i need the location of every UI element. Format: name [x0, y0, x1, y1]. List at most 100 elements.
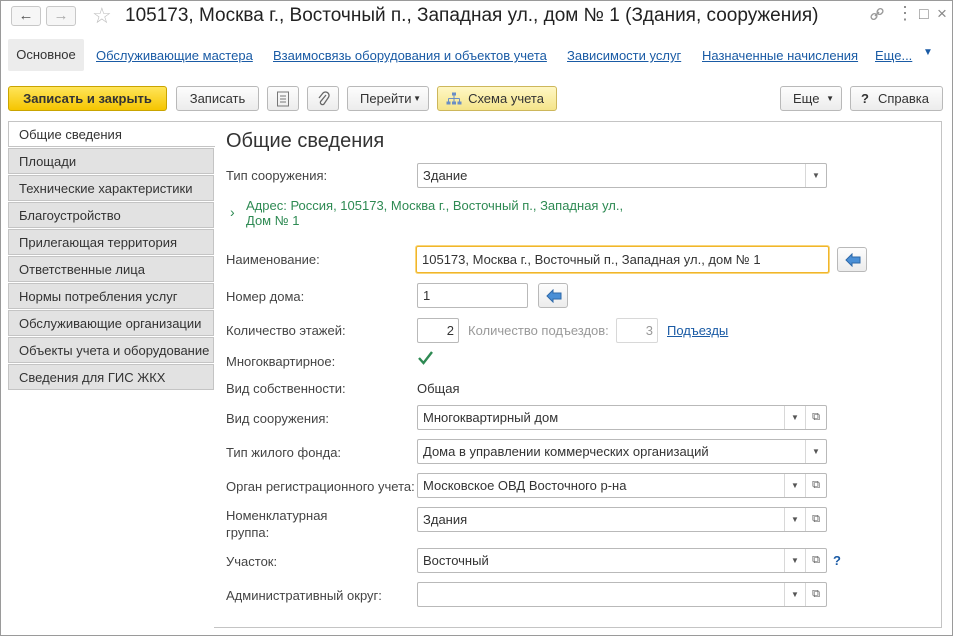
housing-fund-select[interactable]: Дома в управлении коммерческих организац… [417, 439, 827, 464]
apartment-checkbox[interactable] [417, 350, 434, 367]
arrow-left-icon [546, 289, 562, 303]
registration-select[interactable]: Московское ОВД Восточного р-на ▼ ⧉ [417, 473, 827, 498]
link-icon[interactable] [869, 6, 885, 27]
open-icon[interactable]: ⧉ [805, 583, 826, 606]
entrances-input: 3 [616, 318, 658, 343]
floors-label: Количество этажей: [226, 323, 346, 338]
open-icon[interactable]: ⧉ [805, 508, 826, 531]
area-label: Участок: [226, 554, 278, 569]
tab-more[interactable]: Еще... [875, 48, 912, 63]
tab-assigned-charges[interactable]: Назначенные начисления [702, 48, 858, 63]
registration-label: Орган регистрационного учета: [226, 479, 415, 494]
dropdown-arrow-icon[interactable]: ▼ [784, 474, 805, 497]
nav-item-general[interactable]: Общие сведения [8, 121, 215, 147]
district-select[interactable]: ▼ ⧉ [417, 582, 827, 607]
more-actions-button[interactable]: Еще ▼ [780, 86, 842, 111]
attach-button[interactable] [307, 86, 339, 111]
help-label: Справка [878, 91, 929, 106]
help-button[interactable]: ? Справка [850, 86, 943, 111]
nav-item-responsible[interactable]: Ответственные лица [8, 256, 214, 282]
checkmark-icon [418, 351, 433, 365]
area-select[interactable]: Восточный ▼ ⧉ [417, 548, 827, 573]
housing-fund-label: Тип жилого фонда: [226, 445, 342, 460]
open-icon[interactable]: ⧉ [805, 549, 826, 572]
ownership-label: Вид собственности: [226, 381, 346, 396]
chevron-down-icon[interactable]: ▼ [923, 47, 933, 58]
goto-menu-button[interactable]: Перейти ▼ [347, 86, 429, 111]
house-number-fill-button[interactable] [538, 283, 568, 308]
document-list-button[interactable] [267, 86, 299, 111]
nav-item-service-orgs[interactable]: Обслуживающие организации [8, 310, 214, 336]
entrances-link[interactable]: Подъезды [667, 323, 728, 338]
nav-item-consumption-norms[interactable]: Нормы потребления услуг [8, 283, 214, 309]
structure-kind-select[interactable]: Многоквартирный дом ▼ ⧉ [417, 405, 827, 430]
house-number-input[interactable]: 1 [417, 283, 528, 308]
nomenclature-label-line2: группа: [226, 525, 270, 540]
dropdown-arrow-icon[interactable]: ▼ [805, 164, 826, 187]
address-link[interactable]: Адрес: Россия, 105173, Москва г., Восточ… [246, 198, 623, 228]
dropdown-arrow-icon[interactable]: ▼ [784, 549, 805, 572]
save-button[interactable]: Записать [176, 86, 259, 111]
question-icon: ? [861, 91, 869, 106]
menu-dots-icon[interactable]: ⋮ [896, 3, 914, 24]
tab-equipment-relations[interactable]: Взаимосвязь оборудования и объектов учет… [273, 48, 547, 63]
registration-value: Московское ОВД Восточного р-на [423, 478, 627, 493]
address-line-2: Дом № 1 [246, 213, 300, 228]
help-question-icon[interactable]: ? [833, 553, 841, 568]
area-value: Восточный [423, 553, 489, 568]
section-heading: Общие сведения [226, 130, 385, 152]
save-and-close-button[interactable]: Записать и закрыть [8, 86, 167, 111]
structure-kind-label: Вид сооружения: [226, 411, 329, 426]
nav-item-equipment[interactable]: Объекты учета и оборудование [8, 337, 214, 363]
building-type-select[interactable]: Здание ▼ [417, 163, 827, 188]
nav-item-areas[interactable]: Площади [8, 148, 214, 174]
name-input[interactable]: 105173, Москва г., Восточный п., Западна… [416, 246, 829, 273]
dropdown-arrow-icon: ▼ [413, 94, 421, 103]
nav-item-gis[interactable]: Сведения для ГИС ЖКХ [8, 364, 214, 390]
chevron-right-icon[interactable]: › [230, 204, 235, 220]
favorite-star-icon[interactable]: ☆ [92, 3, 112, 29]
floors-input[interactable]: 2 [417, 318, 459, 343]
nomenclature-select[interactable]: Здания ▼ ⧉ [417, 507, 827, 532]
open-icon[interactable]: ⧉ [805, 406, 826, 429]
scheme-label: Схема учета [468, 91, 544, 106]
goto-label: Перейти [360, 91, 412, 106]
house-number-label: Номер дома: [226, 289, 305, 304]
nomenclature-label-line1: Номенклатурная [226, 508, 328, 523]
address-line-1: Адрес: Россия, 105173, Москва г., Восточ… [246, 198, 624, 213]
forward-button[interactable]: → [46, 6, 76, 26]
apartment-label: Многоквартирное: [226, 354, 336, 369]
close-icon[interactable]: × [937, 4, 947, 24]
tab-service-dependencies[interactable]: Зависимости услуг [567, 48, 681, 63]
maximize-icon[interactable]: □ [919, 6, 929, 24]
open-icon[interactable]: ⧉ [805, 474, 826, 497]
name-fill-button[interactable] [837, 247, 867, 272]
back-button[interactable]: ← [11, 6, 41, 26]
window-title: 105173, Москва г., Восточный п., Западна… [125, 5, 819, 26]
housing-fund-value: Дома в управлении коммерческих организац… [423, 444, 709, 459]
dropdown-arrow-icon: ▼ [826, 94, 834, 103]
building-type-value: Здание [423, 168, 468, 183]
paperclip-icon [318, 91, 330, 106]
list-icon [277, 91, 289, 107]
dropdown-arrow-icon[interactable]: ▼ [784, 508, 805, 531]
nomenclature-value: Здания [423, 512, 468, 527]
structure-kind-value: Многоквартирный дом [423, 410, 559, 425]
hierarchy-icon [446, 92, 462, 105]
entrances-label: Количество подъездов: [468, 323, 609, 338]
dropdown-arrow-icon[interactable]: ▼ [784, 583, 805, 606]
tab-main[interactable]: Основное [8, 39, 84, 71]
district-label: Административный округ: [226, 588, 382, 603]
name-label: Наименование: [226, 252, 320, 267]
ownership-value: Общая [417, 381, 460, 396]
dropdown-arrow-icon[interactable]: ▼ [805, 440, 826, 463]
arrow-left-icon [845, 253, 861, 267]
more-label: Еще [793, 91, 820, 106]
tab-service-masters[interactable]: Обслуживающие мастера [96, 48, 253, 63]
nav-item-improvements[interactable]: Благоустройство [8, 202, 214, 228]
nav-item-territory[interactable]: Прилегающая территория [8, 229, 214, 255]
nav-item-tech-specs[interactable]: Технические характеристики [8, 175, 214, 201]
building-type-label: Тип сооружения: [226, 168, 328, 183]
account-scheme-button[interactable]: Схема учета [437, 86, 557, 111]
dropdown-arrow-icon[interactable]: ▼ [784, 406, 805, 429]
